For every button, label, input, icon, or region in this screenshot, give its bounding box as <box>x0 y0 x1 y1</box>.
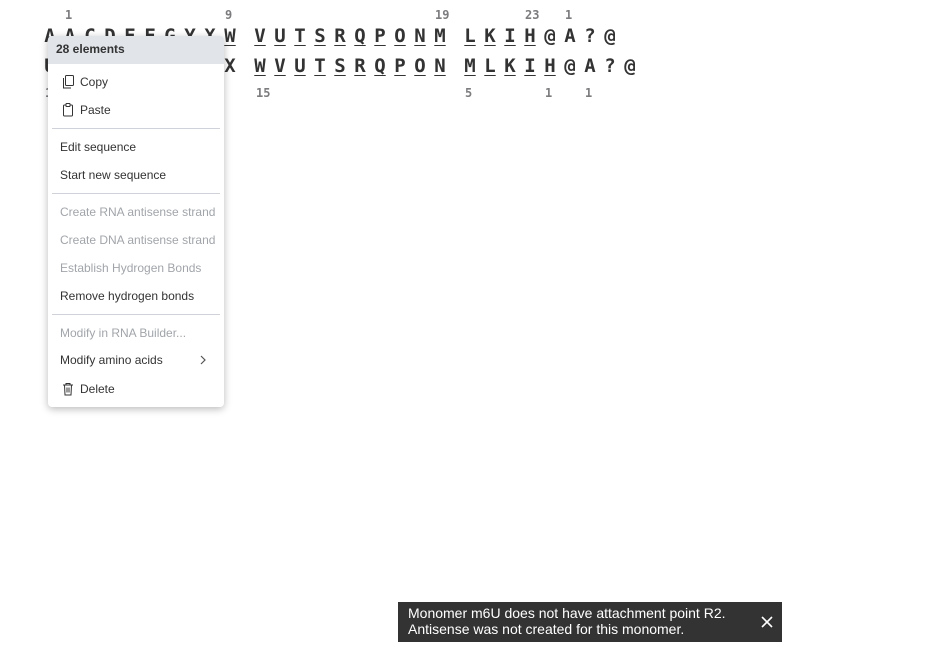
menu-divider <box>52 128 220 129</box>
sense-position-number: 23 <box>525 8 540 22</box>
trash-icon <box>63 383 73 396</box>
monomer-symbol[interactable]: ? <box>600 54 620 78</box>
monomer-symbol[interactable]: ? <box>580 24 600 48</box>
monomer-symbol[interactable]: T <box>290 24 310 48</box>
monomer-symbol[interactable]: H <box>520 24 540 48</box>
context-menu: 28 elements Copy Paste Edit sequence Sta… <box>48 36 224 407</box>
monomer-symbol[interactable]: R <box>330 24 350 48</box>
monomer-symbol[interactable]: V <box>270 54 290 78</box>
monomer-symbol[interactable]: @ <box>560 54 580 78</box>
create-dna-antisense-menu-item[interactable]: Create DNA antisense strand <box>48 228 224 252</box>
antisense-position-number: 1 <box>585 86 593 100</box>
monomer-symbol[interactable]: S <box>330 54 350 78</box>
monomer-symbol[interactable]: I <box>520 54 540 78</box>
paste-icon <box>63 103 73 117</box>
toast-message-line: Antisense was not created for this monom… <box>408 621 685 637</box>
create-rna-antisense-menu-item[interactable]: Create RNA antisense strand <box>48 200 224 224</box>
monomer-symbol[interactable]: P <box>370 24 390 48</box>
delete-menu-item[interactable]: Delete <box>48 377 224 401</box>
start-new-sequence-menu-item[interactable]: Start new sequence <box>48 163 224 187</box>
sense-position-number: 1 <box>565 8 573 22</box>
modify-amino-acids-menu-item[interactable]: Modify amino acids <box>48 348 224 372</box>
sense-position-number: 1 <box>65 8 73 22</box>
monomer-symbol[interactable]: P <box>390 54 410 78</box>
paste-menu-item[interactable]: Paste <box>48 98 224 122</box>
copy-icon <box>63 75 74 89</box>
monomer-symbol[interactable]: N <box>410 24 430 48</box>
antisense-position-number: 15 <box>256 86 271 100</box>
close-icon[interactable] <box>760 615 774 629</box>
monomer-symbol[interactable]: L <box>480 54 500 78</box>
monomer-symbol[interactable]: N <box>430 54 450 78</box>
monomer-symbol[interactable]: @ <box>540 24 560 48</box>
monomer-symbol[interactable]: S <box>310 24 330 48</box>
chevron-right-icon <box>200 355 206 365</box>
menu-divider <box>52 314 220 315</box>
monomer-symbol[interactable]: I <box>500 24 520 48</box>
modify-in-rna-builder-menu-item[interactable]: Modify in RNA Builder... <box>48 321 224 345</box>
sense-position-number: 9 <box>225 8 233 22</box>
monomer-symbol[interactable]: A <box>560 24 580 48</box>
edit-sequence-menu-item[interactable]: Edit sequence <box>48 135 224 159</box>
monomer-symbol[interactable]: U <box>270 24 290 48</box>
monomer-symbol[interactable]: A <box>580 54 600 78</box>
monomer-symbol[interactable]: O <box>410 54 430 78</box>
toast-message-line: Monomer m6U does not have attachment poi… <box>408 605 726 621</box>
monomer-symbol[interactable]: K <box>500 54 520 78</box>
monomer-symbol[interactable]: U <box>290 54 310 78</box>
monomer-symbol[interactable]: R <box>350 54 370 78</box>
sense-position-number: 19 <box>435 8 450 22</box>
monomer-symbol[interactable]: M <box>430 24 450 48</box>
context-menu-header: 28 elements <box>48 36 224 64</box>
remove-hydrogen-bonds-menu-item[interactable]: Remove hydrogen bonds <box>48 284 224 308</box>
monomer-symbol[interactable]: Q <box>370 54 390 78</box>
monomer-symbol[interactable]: @ <box>600 24 620 48</box>
monomer-symbol[interactable]: W <box>250 54 270 78</box>
monomer-symbol[interactable]: K <box>480 24 500 48</box>
monomer-symbol[interactable]: T <box>310 54 330 78</box>
monomer-symbol[interactable]: V <box>250 24 270 48</box>
establish-hydrogen-bonds-menu-item[interactable]: Establish Hydrogen Bonds <box>48 256 224 280</box>
monomer-symbol[interactable]: Q <box>350 24 370 48</box>
antisense-position-number: 1 <box>545 86 553 100</box>
antisense-position-number: 5 <box>465 86 473 100</box>
monomer-symbol[interactable]: H <box>540 54 560 78</box>
error-toast: Monomer m6U does not have attachment poi… <box>398 602 782 642</box>
monomer-symbol[interactable]: L <box>460 24 480 48</box>
monomer-symbol[interactable]: @ <box>620 54 640 78</box>
monomer-symbol[interactable]: O <box>390 24 410 48</box>
modify-amino-acids-label: Modify amino acids <box>60 353 163 367</box>
monomer-symbol[interactable]: M <box>460 54 480 78</box>
menu-divider <box>52 193 220 194</box>
copy-menu-item[interactable]: Copy <box>48 70 224 94</box>
